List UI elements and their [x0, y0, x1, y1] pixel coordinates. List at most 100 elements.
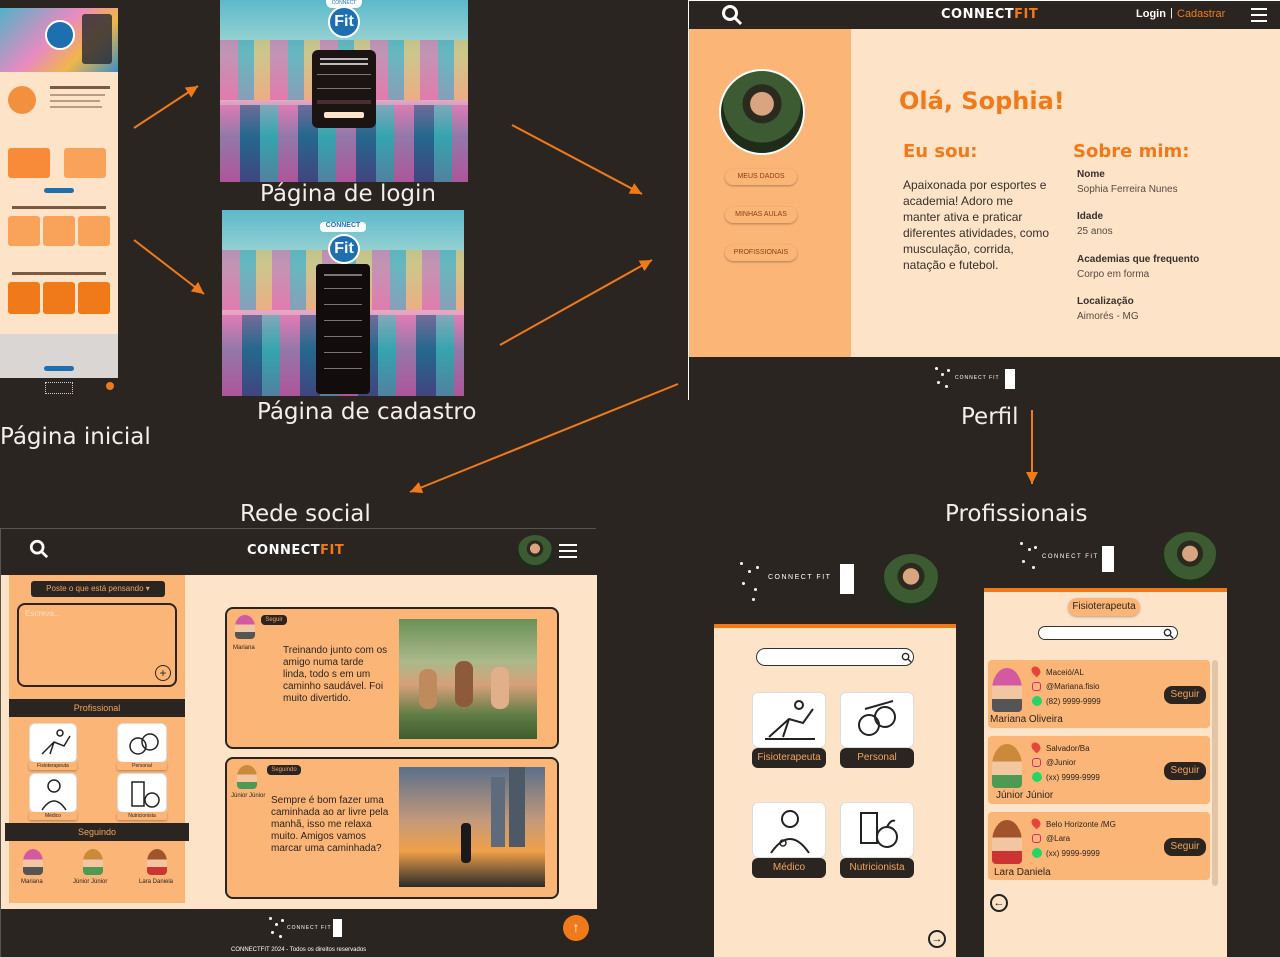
location-pin-icon: [1029, 816, 1043, 830]
post-image: [399, 767, 545, 887]
category-physio[interactable]: [752, 692, 826, 748]
field-age-label: Idade: [1077, 211, 1104, 222]
category-nutritionist[interactable]: [840, 802, 914, 858]
home-footer-thumbnail: [0, 378, 118, 400]
hamburger-menu-icon[interactable]: [559, 543, 577, 561]
professional-instagram[interactable]: @Mariana.fisio: [1046, 682, 1099, 691]
tile-doctor[interactable]: [29, 773, 77, 813]
tile-nutritionist[interactable]: [117, 773, 167, 813]
post-author-avatar[interactable]: [235, 615, 255, 639]
caption-professionals: Profissionais: [945, 501, 1088, 527]
hamburger-menu-icon[interactable]: [1251, 6, 1267, 22]
category-doctor-label[interactable]: Médico: [752, 858, 826, 878]
following-header: Seguindo: [5, 823, 189, 841]
post-author-name[interactable]: Mariana: [233, 645, 255, 651]
caption-home: Página inicial: [0, 424, 151, 450]
home-page-thumbnail[interactable]: [0, 0, 118, 378]
login-page-thumbnail[interactable]: CONNECT Fit: [220, 0, 468, 182]
field-name-value: Sophia Ferreira Nunes: [1077, 184, 1178, 195]
following-name-lara[interactable]: Lara Daniela: [139, 879, 173, 885]
category-physio-label[interactable]: Fisioterapeuta: [752, 748, 826, 768]
search-icon[interactable]: [29, 539, 49, 559]
professional-city: Maceió/AL: [1046, 668, 1084, 677]
footer-logo: CONNECT FIT: [933, 363, 1019, 395]
follow-button[interactable]: Seguir: [1164, 762, 1206, 780]
post-author-avatar[interactable]: [237, 765, 257, 789]
signup-logo-top: CONNECT: [320, 222, 366, 232]
professional-avatar[interactable]: [992, 820, 1022, 864]
field-age-value: 25 anos: [1077, 226, 1113, 237]
avatar[interactable]: [517, 535, 553, 569]
post-text: Treinando junto com os amigo numa tarde …: [283, 645, 388, 704]
professional-avatar[interactable]: [992, 744, 1022, 788]
post-card: Mariana Seguir Treinando junto com os am…: [225, 607, 559, 749]
menu-my-data[interactable]: MEUS DADOS: [725, 169, 797, 185]
social-header: CONNECTFIT: [1, 529, 597, 575]
professional-header: Profissional: [9, 699, 185, 717]
add-post-icon[interactable]: +: [155, 665, 171, 681]
following-avatar-lara[interactable]: [147, 849, 167, 875]
post-image: [399, 619, 537, 739]
tile-personal-label: Personal: [117, 762, 167, 770]
menu-professionals[interactable]: PROFISSIONAIS: [725, 245, 797, 261]
post-textarea[interactable]: Escreva... +: [17, 603, 177, 687]
professional-phone[interactable]: (82) 9999-9999: [1046, 697, 1101, 706]
avatar: [719, 69, 805, 155]
next-arrow-icon[interactable]: →: [928, 930, 946, 948]
signup-form-card[interactable]: [316, 264, 370, 394]
tile-personal[interactable]: [117, 723, 167, 763]
categories-header: CONNECT FIT: [714, 528, 956, 624]
back-arrow-icon[interactable]: ←: [990, 894, 1008, 912]
following-avatar-junior[interactable]: [83, 849, 103, 875]
search-icon[interactable]: [721, 4, 743, 26]
profile-page: CONNECTFIT Login | Cadastrar MEUS DADOS …: [688, 0, 1280, 401]
following-button[interactable]: Seguindo: [267, 765, 301, 775]
categories-logo: CONNECT FIT: [736, 558, 860, 606]
filter-chip[interactable]: Fisioterapeuta: [1068, 598, 1140, 616]
category-nutritionist-label[interactable]: Nutricionista: [840, 858, 914, 878]
location-pin-icon: [1029, 664, 1043, 678]
follow-button[interactable]: Seguir: [261, 615, 287, 625]
signup-link[interactable]: Cadastrar: [1177, 8, 1225, 20]
list-scrollbar[interactable]: [1212, 660, 1218, 886]
search-input[interactable]: [1038, 626, 1178, 640]
avatar[interactable]: [882, 554, 940, 610]
field-location-value: Aimorés - MG: [1077, 311, 1139, 322]
professional-instagram[interactable]: @Junior: [1046, 758, 1076, 767]
professional-phone[interactable]: (xx) 9999-9999: [1046, 849, 1100, 858]
login-link[interactable]: Login: [1136, 8, 1166, 20]
professional-name: Lara Daniela: [994, 867, 1051, 878]
profile-main: Olá, Sophia! Eu sou: Apaixonada por espo…: [851, 29, 1280, 357]
search-icon[interactable]: [901, 652, 912, 663]
login-form-card[interactable]: [312, 50, 376, 128]
caption-login: Página de login: [260, 181, 436, 207]
search-input[interactable]: [756, 648, 914, 666]
following-avatar-mariana[interactable]: [23, 849, 43, 875]
whatsapp-icon: [1032, 696, 1042, 706]
professional-phone[interactable]: (xx) 9999-9999: [1046, 773, 1100, 782]
category-doctor[interactable]: [752, 802, 826, 858]
professional-avatar[interactable]: [992, 668, 1022, 712]
field-gyms-label: Academias que frequento: [1077, 254, 1200, 265]
category-personal-label[interactable]: Personal: [840, 748, 914, 768]
search-icon[interactable]: [1163, 628, 1174, 639]
professionals-list-page: CONNECT FIT Fisioterapeuta Maceió/AL @Ma…: [984, 528, 1227, 957]
signup-page-thumbnail[interactable]: CONNECT Fit: [222, 210, 464, 396]
following-name-junior[interactable]: Júnior Júnior: [73, 879, 107, 885]
caption-profile: Perfil: [961, 404, 1019, 430]
instagram-icon: [1032, 834, 1041, 843]
post-author-name[interactable]: Júnior Júnior: [231, 793, 265, 799]
avatar[interactable]: [1162, 532, 1218, 586]
following-name-mariana[interactable]: Mariana: [21, 879, 43, 885]
about-title: Sobre mim:: [1073, 141, 1190, 162]
scroll-top-button[interactable]: ↑: [563, 915, 589, 941]
follow-button[interactable]: Seguir: [1164, 686, 1206, 704]
category-personal[interactable]: [840, 692, 914, 748]
write-placeholder: Escreva...: [25, 609, 61, 618]
follow-button[interactable]: Seguir: [1164, 838, 1206, 856]
professional-instagram[interactable]: @Lara: [1046, 834, 1070, 843]
tile-physio[interactable]: [29, 723, 77, 763]
field-location-label: Localização: [1077, 296, 1134, 307]
post-prompt[interactable]: Poste o que está pensando ▾: [31, 581, 165, 597]
menu-my-classes[interactable]: MINHAS AULAS: [725, 207, 797, 223]
